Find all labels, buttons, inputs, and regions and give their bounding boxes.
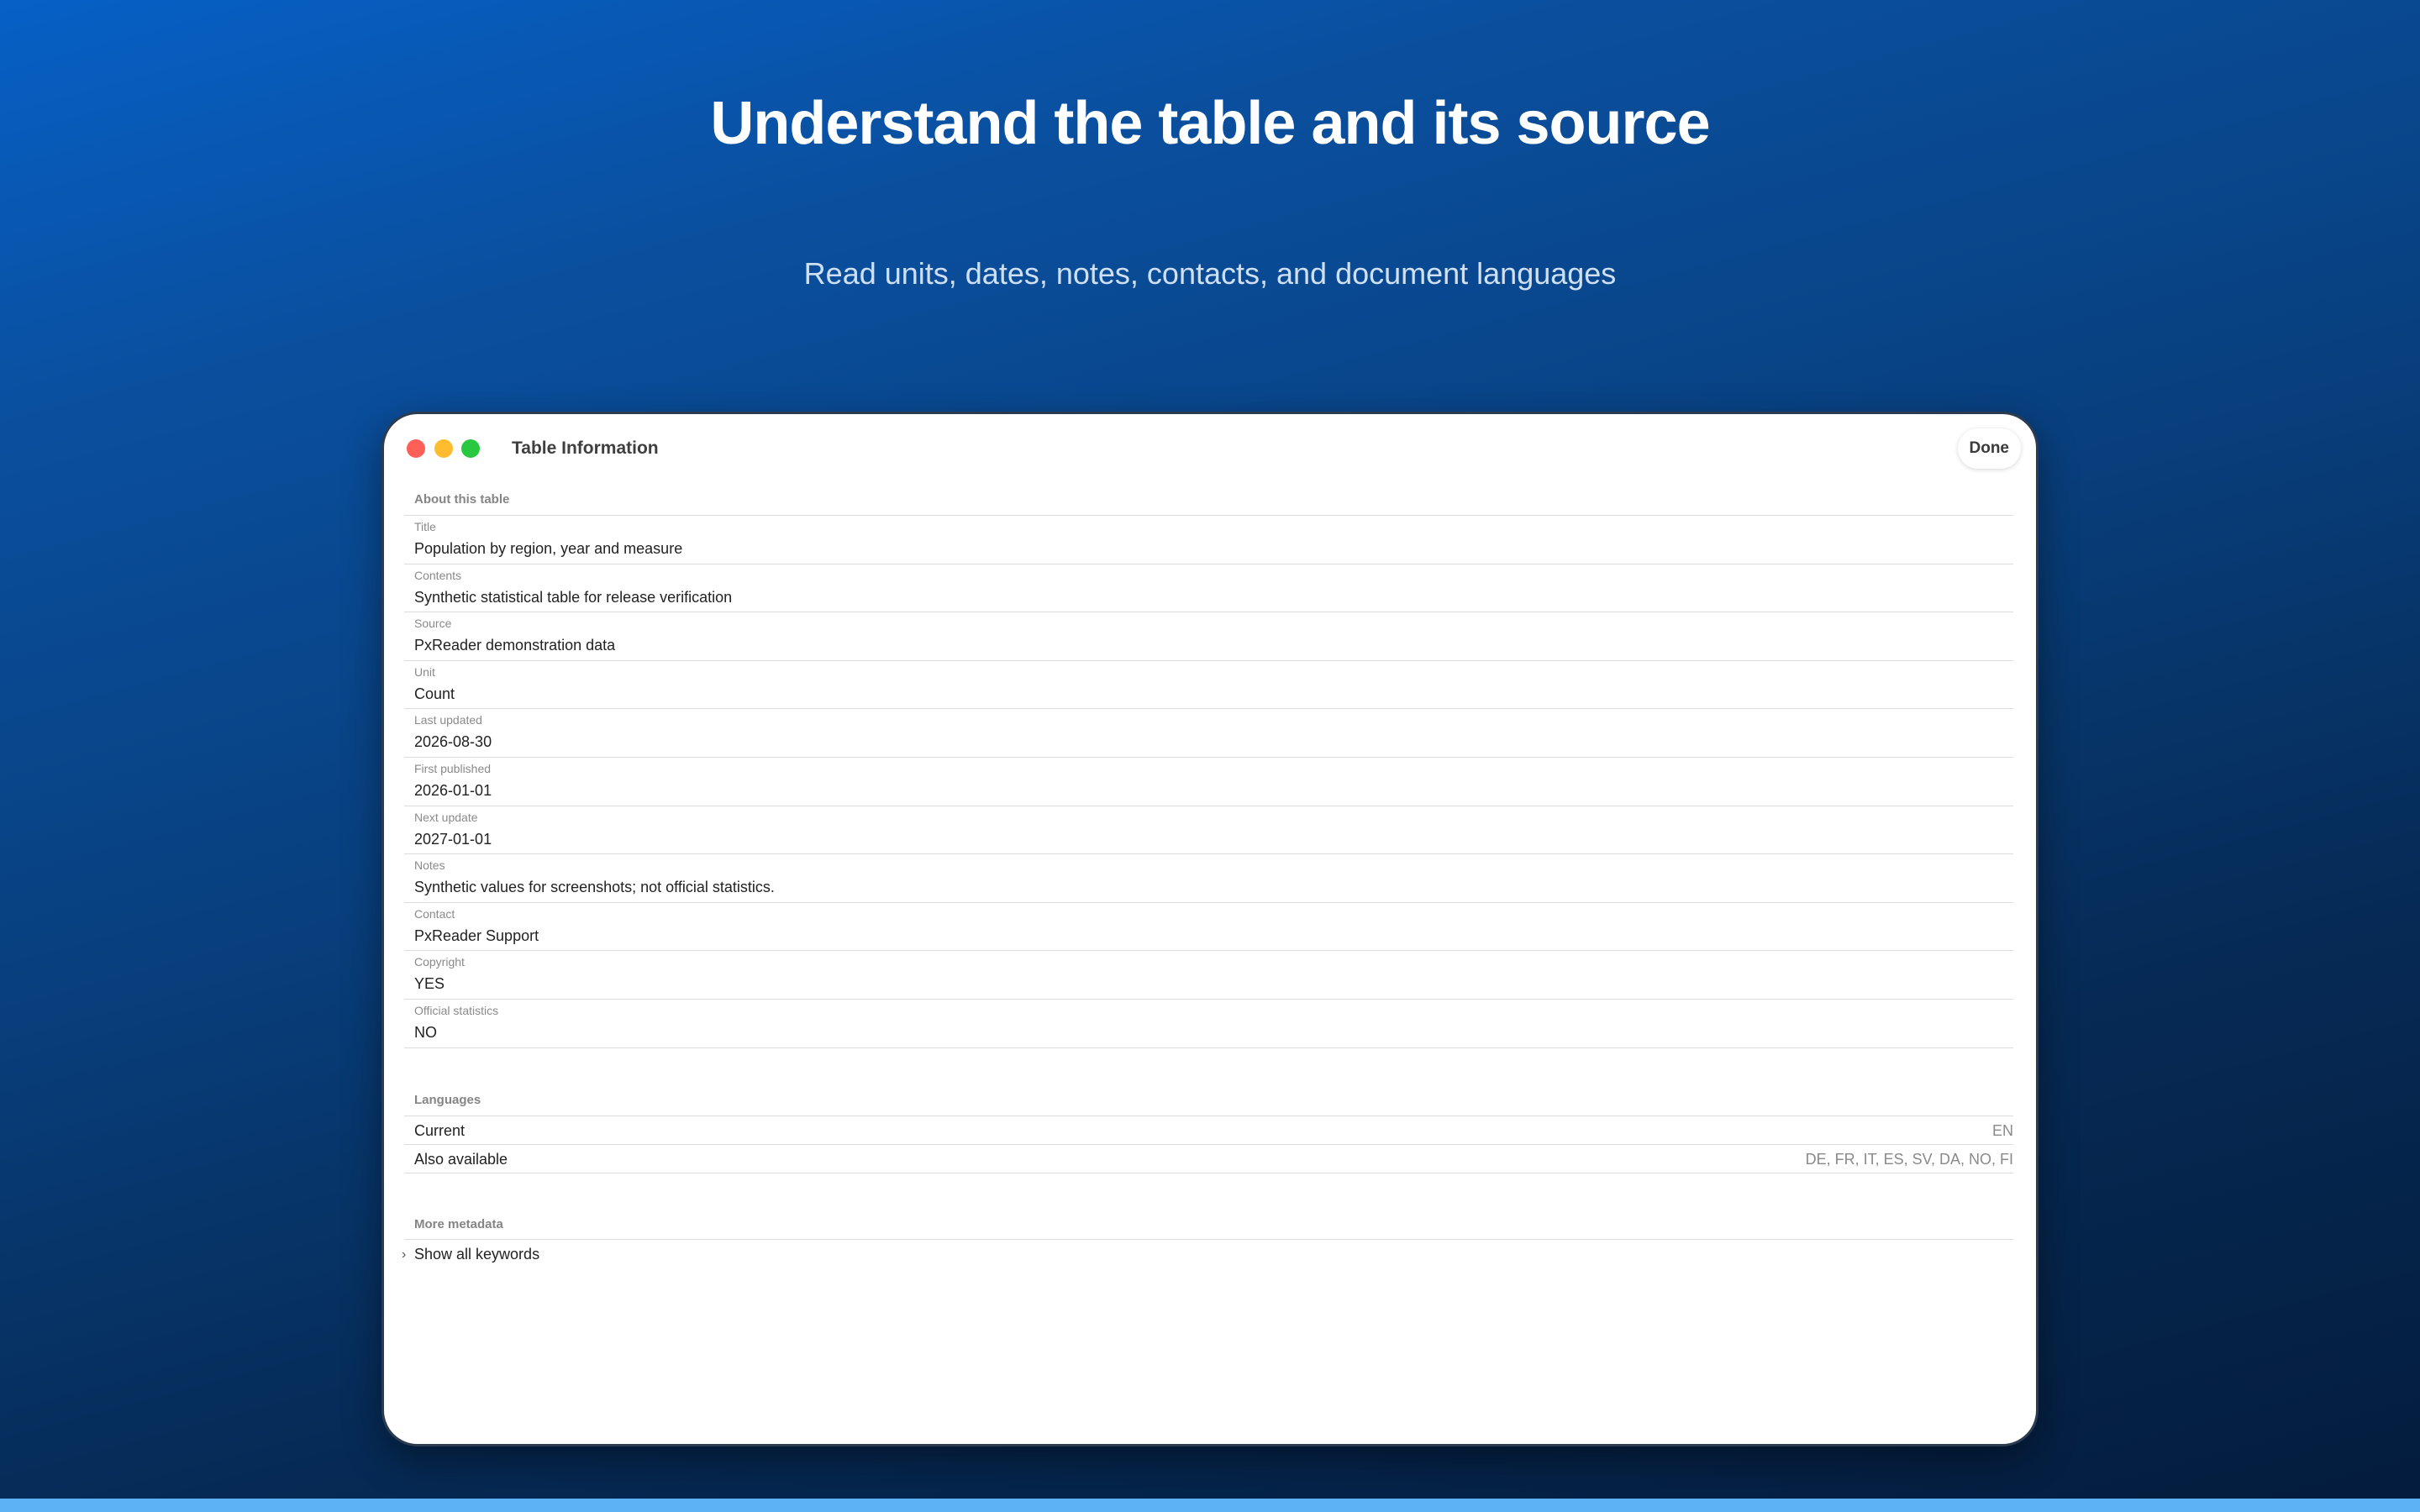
field-row-unit: Unit Count [404, 661, 2013, 710]
field-value: YES [414, 975, 445, 993]
hero-headline: Understand the table and its source [710, 90, 1710, 157]
field-row-source: Source PxReader demonstration data [404, 612, 2013, 661]
field-row-next-update: Next update 2027-01-01 [404, 806, 2013, 855]
section-header-more-metadata: More metadata [404, 1204, 2013, 1240]
field-value: 2026-01-01 [414, 781, 492, 799]
show-all-keywords-label[interactable]: Show all keywords [414, 1245, 539, 1263]
close-window-button[interactable] [407, 439, 425, 458]
language-row-label: Also available [414, 1150, 508, 1168]
field-value: 2026-08-30 [414, 733, 492, 751]
field-label: Last updated [414, 713, 482, 727]
table-information-window: Table Information Done About this table … [384, 414, 2036, 1444]
field-value: Synthetic statistical table for release … [414, 588, 733, 606]
field-value: Synthetic values for screenshots; not of… [414, 879, 775, 896]
field-row-title: Title Population by region, year and mea… [404, 516, 2013, 564]
field-row-first-published: First published 2026-01-01 [404, 758, 2013, 806]
metadata-content: About this table Title Population by reg… [402, 478, 2013, 1270]
field-label: Next update [414, 810, 478, 824]
language-row-current: Current EN [404, 1116, 2013, 1145]
field-value: PxReader demonstration data [414, 637, 616, 654]
show-all-keywords-disclosure[interactable]: › Show all keywords [402, 1240, 2013, 1270]
field-value: 2027-01-01 [414, 830, 492, 848]
field-row-contents: Contents Synthetic statistical table for… [404, 564, 2013, 613]
field-row-last-updated: Last updated 2026-08-30 [404, 709, 2013, 758]
field-label: Unit [414, 664, 435, 679]
field-value: Population by region, year and measure [414, 540, 683, 557]
hero-subheadline: Read units, dates, notes, contacts, and … [803, 256, 1617, 291]
language-row-value: DE, FR, IT, ES, SV, DA, NO, FI [1805, 1150, 2013, 1168]
zoom-window-button[interactable] [461, 439, 480, 458]
section-header-languages: Languages [404, 1079, 2013, 1116]
field-label: Copyright [414, 955, 465, 969]
chevron-right-icon[interactable]: › [402, 1247, 406, 1263]
field-label: Notes [414, 858, 445, 873]
window-title: Table Information [512, 438, 659, 458]
field-value: Count [414, 685, 455, 702]
field-row-copyright: Copyright YES [404, 951, 2013, 1000]
field-value: PxReader Support [414, 927, 539, 944]
done-button[interactable]: Done [1957, 428, 2021, 469]
language-row-also-available: Also available DE, FR, IT, ES, SV, DA, N… [404, 1145, 2013, 1173]
language-row-label: Current [414, 1121, 466, 1139]
field-label: Contact [414, 906, 455, 921]
field-label: Contents [414, 568, 462, 582]
field-label: Title [414, 520, 436, 533]
field-label: Source [414, 617, 452, 631]
section-header-about: About this table [404, 478, 2013, 516]
field-value: NO [414, 1023, 437, 1041]
minimize-window-button[interactable] [434, 439, 453, 458]
field-label: First published [414, 761, 492, 775]
window-titlebar: Table Information Done [384, 414, 2036, 478]
field-row-contact: Contact PxReader Support [404, 903, 2013, 952]
field-row-official-statistics: Official statistics NO [404, 1000, 2013, 1048]
field-label: Official statistics [414, 1003, 499, 1017]
language-row-value: EN [1991, 1121, 2013, 1139]
bottom-accent-strip [0, 1499, 2420, 1512]
field-row-notes: Notes Synthetic values for screenshots; … [404, 854, 2013, 903]
